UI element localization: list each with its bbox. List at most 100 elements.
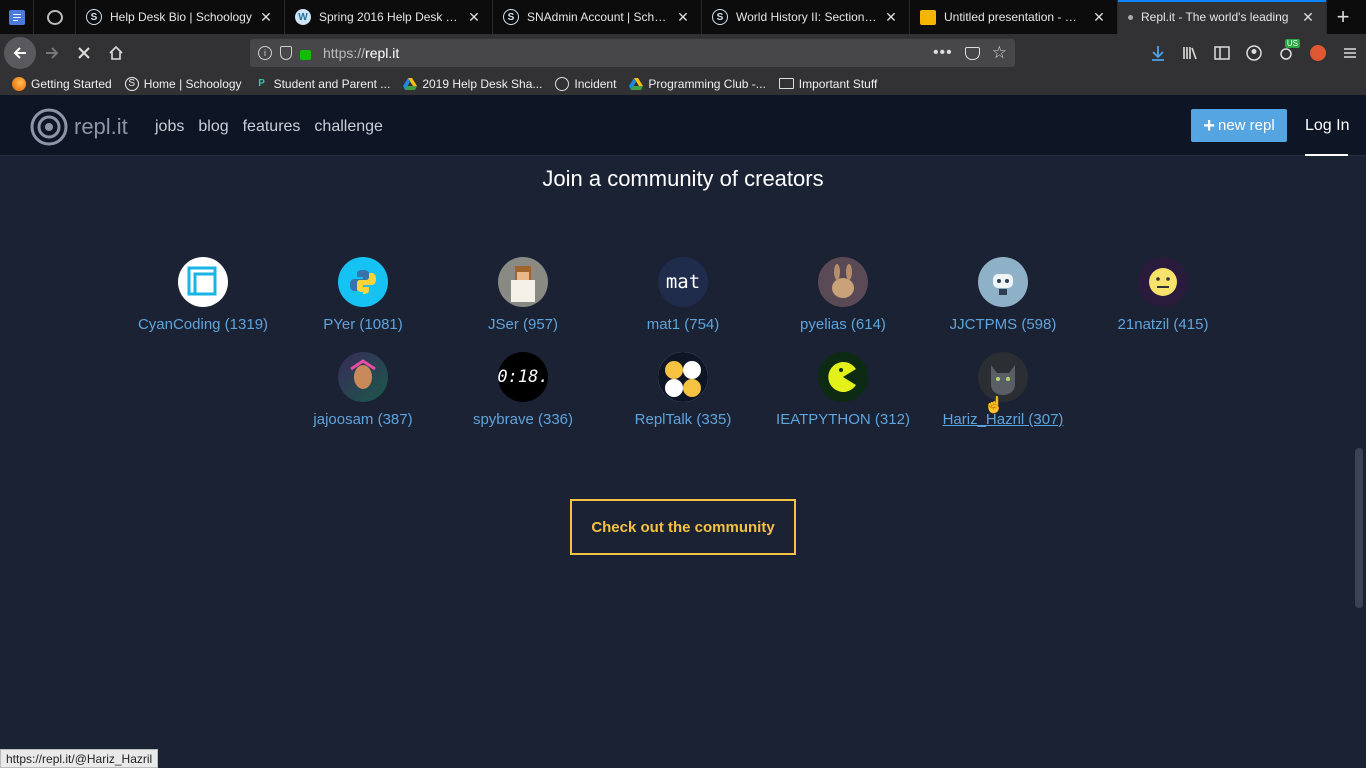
- user-link[interactable]: spybrave (336): [443, 411, 603, 428]
- community-user[interactable]: CyanCoding (1319): [123, 257, 283, 333]
- bookmark-label: Getting Started: [31, 76, 112, 91]
- login-link[interactable]: Log In: [1305, 117, 1349, 135]
- library-button[interactable]: [1174, 37, 1206, 69]
- mat-text-avatar: mat: [658, 257, 708, 307]
- bookmark-label: Home | Schoology: [143, 76, 242, 91]
- cyancoding-logo-icon: [178, 257, 228, 307]
- url-bar[interactable]: i https://repl.it ••• ☆: [250, 39, 1015, 67]
- home-icon: [109, 45, 123, 60]
- tab-title: World History II: Section 2 | S: [736, 10, 877, 24]
- user-link[interactable]: pyelias (614): [763, 316, 923, 333]
- navigation-toolbar: i https://repl.it ••• ☆ US: [0, 34, 1366, 72]
- url-text[interactable]: https://repl.it: [323, 45, 399, 61]
- page-actions-icon[interactable]: •••: [933, 44, 953, 62]
- tab-replit-active[interactable]: Repl.it - The world's leading ✕: [1118, 0, 1327, 34]
- community-user[interactable]: jajoosam (387): [283, 352, 443, 428]
- bookmarks-toolbar: Getting Started S Home | Schoology P Stu…: [0, 72, 1366, 95]
- extension-vpn-button[interactable]: US: [1270, 37, 1302, 69]
- menu-button[interactable]: [1334, 37, 1366, 69]
- nav-features[interactable]: features: [243, 118, 301, 136]
- tab-title: Repl.it - The world's leading: [1141, 10, 1289, 24]
- status-bar-url: https://repl.it/@Hariz_Hazril: [0, 749, 159, 768]
- user-link[interactable]: JJCTPMS (598): [923, 316, 1083, 333]
- forward-button[interactable]: [36, 37, 68, 69]
- community-user[interactable]: 21natzil (415): [1083, 257, 1243, 333]
- community-user[interactable]: pyelias (614): [763, 257, 923, 333]
- close-icon[interactable]: ✕: [883, 9, 899, 26]
- bookmark-student-parent[interactable]: P Student and Parent ...: [255, 77, 390, 91]
- community-user[interactable]: mat mat1 (754): [603, 257, 763, 333]
- user-link[interactable]: mat1 (754): [603, 316, 763, 333]
- tab-help-desk-bio[interactable]: S Help Desk Bio | Schoology ✕: [76, 0, 285, 34]
- bookmark-home-schoology[interactable]: S Home | Schoology: [124, 76, 242, 91]
- close-icon[interactable]: ✕: [1300, 9, 1316, 26]
- community-user[interactable]: 00:18.8 spybrave (336): [443, 352, 603, 428]
- bookmark-star-icon[interactable]: ☆: [992, 43, 1007, 63]
- back-button[interactable]: [4, 37, 36, 69]
- page-scrollbar[interactable]: [1355, 448, 1363, 608]
- new-repl-button[interactable]: + new repl: [1191, 109, 1287, 142]
- replit-logo[interactable]: repl.it: [30, 108, 128, 146]
- blocky-character-icon: [498, 257, 548, 307]
- stop-button[interactable]: [68, 37, 100, 69]
- nav-challenge[interactable]: challenge: [314, 118, 383, 136]
- robot-avatar-icon: [978, 257, 1028, 307]
- user-link[interactable]: CyanCoding (1319): [123, 316, 283, 333]
- wordpress-icon: W: [295, 9, 311, 25]
- tab-pinned-replit[interactable]: [34, 0, 76, 34]
- replit-swirl-icon: [30, 108, 68, 146]
- bookmark-incident[interactable]: Incident: [555, 76, 617, 91]
- sidebar-button[interactable]: [1206, 37, 1238, 69]
- tab-untitled-presentation[interactable]: Untitled presentation - Goog ✕: [910, 0, 1118, 34]
- close-icon[interactable]: ✕: [258, 9, 274, 26]
- tab-world-history[interactable]: S World History II: Section 2 | S ✕: [702, 0, 910, 34]
- user-link[interactable]: 21natzil (415): [1083, 316, 1243, 333]
- new-tab-button[interactable]: +: [1327, 0, 1359, 34]
- hand-pointer-icon: ☝: [984, 397, 1004, 414]
- duckduckgo-icon: [1310, 45, 1326, 61]
- download-button[interactable]: [1142, 37, 1174, 69]
- tab-spring-2016[interactable]: W Spring 2016 Help Desk Team ✕: [285, 0, 493, 34]
- tab-snadmin[interactable]: S SNAdmin Account | Schoology ✕: [493, 0, 702, 34]
- bookmark-label: Programming Club -...: [648, 76, 766, 91]
- pocket-icon[interactable]: [964, 46, 980, 60]
- login-underline: [1305, 154, 1348, 156]
- tab-pinned-docs[interactable]: [0, 0, 34, 34]
- python-logo-icon: [338, 257, 388, 307]
- close-icon[interactable]: ✕: [1091, 9, 1107, 26]
- user-link[interactable]: IEATPYTHON (312): [763, 411, 923, 428]
- nav-jobs[interactable]: jobs: [155, 118, 184, 136]
- user-link[interactable]: PYer (1081): [283, 316, 443, 333]
- user-link[interactable]: JSer (957): [443, 316, 603, 333]
- tab-title: Help Desk Bio | Schoology: [110, 10, 252, 24]
- globe-icon: [555, 76, 570, 91]
- nav-blog[interactable]: blog: [198, 118, 228, 136]
- check-out-community-button[interactable]: Check out the community: [570, 499, 796, 555]
- community-user[interactable]: JJCTPMS (598): [923, 257, 1083, 333]
- home-button[interactable]: [100, 37, 132, 69]
- hamburger-menu-icon: [1344, 48, 1356, 58]
- google-slides-icon: [920, 9, 936, 25]
- bookmark-programming-club[interactable]: Programming Club -...: [629, 76, 766, 91]
- community-user[interactable]: JSer (957): [443, 257, 603, 333]
- close-icon[interactable]: ✕: [675, 9, 691, 26]
- sidebar-icon: [1214, 46, 1230, 60]
- bookmark-help-desk-shared[interactable]: 2019 Help Desk Sha...: [403, 77, 542, 91]
- community-user[interactable]: Hariz_Hazril (307): [923, 352, 1083, 428]
- repltalk-logo-icon: [658, 352, 708, 402]
- bookmark-important-stuff[interactable]: Important Stuff: [778, 77, 877, 91]
- tracking-shield-icon[interactable]: [280, 46, 292, 60]
- avatar-text: mat: [665, 271, 701, 293]
- user-link[interactable]: jajoosam (387): [283, 411, 443, 428]
- community-user[interactable]: PYer (1081): [283, 257, 443, 333]
- community-user[interactable]: ReplTalk (335): [603, 352, 763, 428]
- account-button[interactable]: [1238, 37, 1270, 69]
- user-link[interactable]: ReplTalk (335): [603, 411, 763, 428]
- community-user[interactable]: IEATPYTHON (312): [763, 352, 923, 428]
- bookmark-label: Incident: [574, 76, 617, 91]
- info-icon[interactable]: i: [258, 46, 272, 60]
- close-icon[interactable]: ✕: [466, 9, 482, 26]
- duckduckgo-button[interactable]: [1302, 37, 1334, 69]
- bookmark-getting-started[interactable]: Getting Started: [12, 76, 112, 91]
- tab-title: Spring 2016 Help Desk Team: [319, 10, 460, 24]
